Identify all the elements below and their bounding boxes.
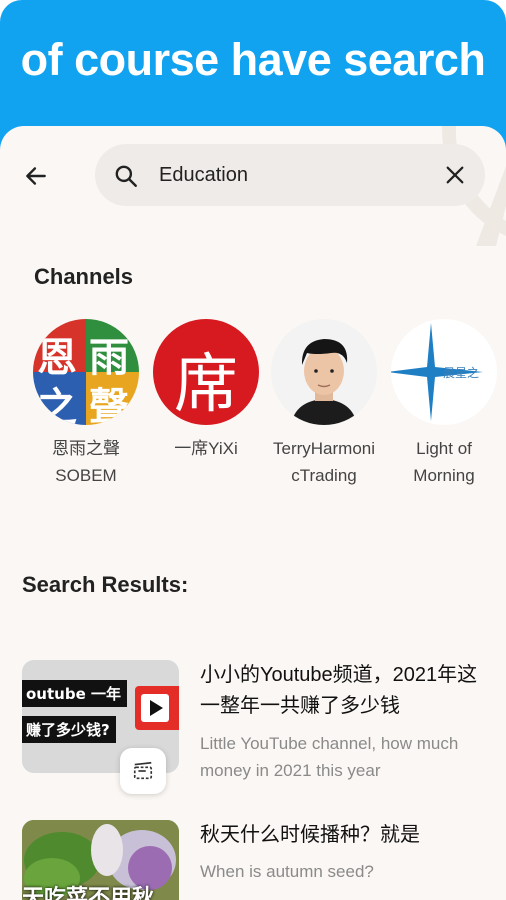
channel-avatar [271, 319, 377, 425]
search-result-item[interactable]: outube 一年 赚了多少钱? 小小的Youtube频道，2021年这一整年一… [22, 660, 492, 800]
search-input[interactable] [159, 158, 419, 192]
channel-name: 恩雨之聲 SOBEM [52, 439, 120, 485]
person-photo [291, 339, 357, 425]
play-icon [150, 700, 163, 716]
channel-avatar: 席 [153, 319, 259, 425]
clear-search-button[interactable] [441, 161, 469, 189]
search-result-item[interactable]: 天吃菜不用秋 秋天什么时候播种？就是 When is autumn seed? [22, 820, 492, 900]
search-screen: Channels 恩 雨 之 聲 恩雨之聲 SOBEM 席 一席YiXi [0, 126, 506, 900]
channel-avatar: 恩 雨 之 聲 [33, 319, 139, 425]
result-subtitle: Little YouTube channel, how much money i… [200, 734, 459, 780]
avatar-glyph: 之 [37, 385, 77, 425]
channel-name: 一席YiXi [174, 439, 238, 458]
channel-item[interactable]: 晨星之 Light of Morning [388, 319, 500, 489]
video-thumbnail: 天吃菜不用秋 [22, 820, 179, 900]
channel-avatar: 晨星之 [391, 319, 497, 425]
clip-button[interactable] [120, 748, 166, 794]
avatar-glyph: 席 [174, 348, 238, 422]
channel-item[interactable]: 席 一席YiXi [150, 319, 262, 462]
search-bar[interactable] [95, 144, 485, 206]
avatar-logo-text: 晨星之 [443, 366, 480, 380]
arrow-left-icon [26, 167, 46, 185]
close-icon [446, 166, 464, 184]
result-title: 秋天什么时候播种？就是 [200, 824, 420, 846]
channel-item[interactable]: 恩 雨 之 聲 恩雨之聲 SOBEM [30, 319, 142, 489]
banner-title: of course have search [20, 34, 486, 85]
result-title: 小小的Youtube频道，2021年这一整年一共赚了多少钱 [200, 664, 478, 717]
thumbnail-caption: 赚了多少钱? [22, 716, 116, 743]
channel-name: Light of Morning [413, 439, 475, 485]
avatar-glyph: 聲 [89, 385, 129, 425]
thumbnail-caption: 天吃菜不用秋 [22, 886, 155, 900]
channels-heading: Channels [34, 264, 134, 289]
channel-item[interactable]: TerryHarmonicTrading [268, 319, 380, 489]
youtube-play-logo [135, 686, 179, 730]
channel-name: TerryHarmonicTrading [272, 439, 376, 485]
back-button[interactable] [16, 156, 56, 196]
result-subtitle: When is autumn seed? [200, 862, 374, 881]
clapperboard-icon [133, 761, 153, 780]
search-results-heading: Search Results: [22, 572, 189, 597]
search-icon [115, 165, 137, 187]
thumbnail-caption: outube 一年 [22, 680, 127, 707]
